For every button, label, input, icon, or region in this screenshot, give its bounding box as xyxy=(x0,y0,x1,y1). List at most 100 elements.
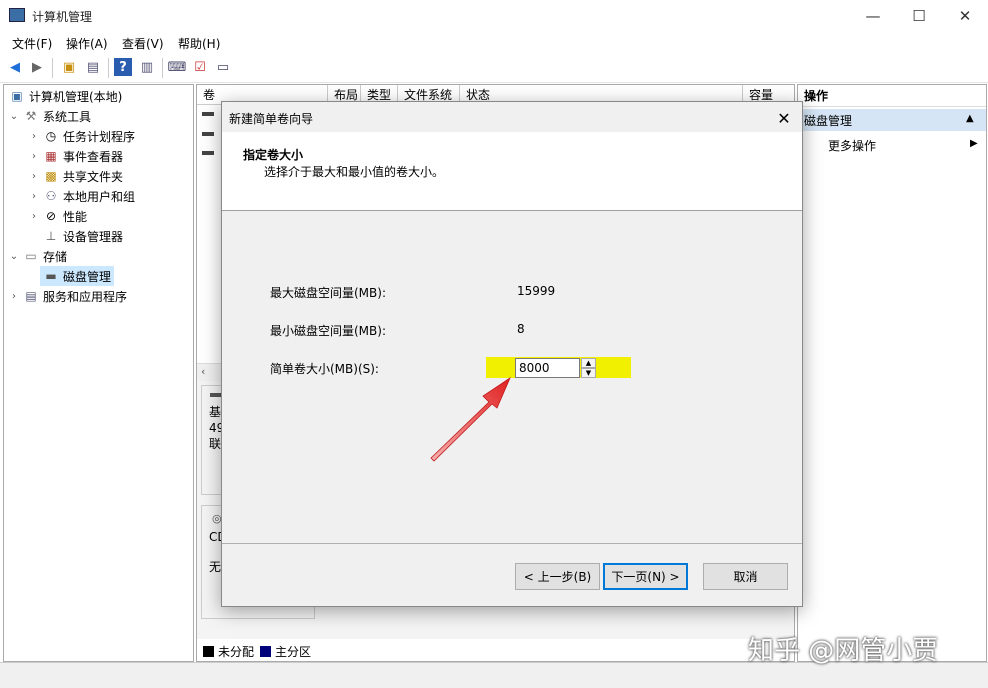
legend-label-primary: 主分区 xyxy=(275,644,312,659)
tree-item-task-scheduler[interactable]: › ◷ 任务计划程序 xyxy=(28,126,135,146)
volume-size-label: 简单卷大小(MB)(S): xyxy=(270,362,379,376)
legend-label-unallocated: 未分配 xyxy=(218,644,255,659)
menu-file[interactable]: 文件(F) xyxy=(12,35,52,52)
disk-icon: ▬ xyxy=(45,269,57,283)
cancel-button[interactable]: 取消 xyxy=(703,563,788,590)
device-manager-icon: ⊥ xyxy=(45,229,57,243)
close-button[interactable]: ✕ xyxy=(942,0,988,32)
next-button[interactable]: 下一页(N) > xyxy=(603,563,688,590)
dialog-header: 指定卷大小 选择介于最大和最小值的卷大小。 xyxy=(222,132,802,211)
min-space-value: 8 xyxy=(517,322,525,336)
toolbar: ◀ ▶ ▣ ▤ ? ▥ ⌨ ☑ ▭ xyxy=(0,54,988,83)
red-arrow-annotation xyxy=(430,376,511,462)
menu-action[interactable]: 操作(A) xyxy=(66,35,108,52)
tree-item-event-viewer[interactable]: › ▦ 事件查看器 xyxy=(28,146,123,166)
tree-item-shared-folders[interactable]: › ▩ 共享文件夹 xyxy=(28,166,123,186)
chevron-right-icon[interactable]: › xyxy=(28,211,40,222)
tree-item-device-manager[interactable]: ⊥ 设备管理器 xyxy=(40,226,123,246)
tree-item-label: 性能 xyxy=(63,209,88,224)
folder-up-icon[interactable]: ▣ xyxy=(60,58,78,76)
clock-icon: ◷ xyxy=(45,129,57,143)
spin-down-icon[interactable]: ▼ xyxy=(581,368,596,378)
actions-section-disk-management[interactable]: 磁盘管理 ▲ xyxy=(798,109,986,131)
performance-icon: ⊘ xyxy=(45,209,57,223)
services-icon: ▤ xyxy=(25,289,37,303)
tree-item-disk-management[interactable]: ▬ 磁盘管理 xyxy=(40,266,115,286)
chevron-down-icon[interactable]: ⌄ xyxy=(8,111,20,122)
back-arrow-icon[interactable]: ◀ xyxy=(6,58,24,76)
title-bar: 计算机管理 — ☐ ✕ xyxy=(0,0,988,32)
volume-row-icon[interactable] xyxy=(202,132,214,136)
maximize-button[interactable]: ☐ xyxy=(896,0,942,32)
tools-icon: ⚒ xyxy=(25,109,37,123)
back-button[interactable]: < 上一步(B) xyxy=(515,563,600,590)
actions-header: 操作 xyxy=(798,85,986,107)
users-icon: ⚇ xyxy=(45,189,57,203)
tree-item-label: 磁盘管理 xyxy=(63,269,112,284)
chevron-right-icon[interactable]: › xyxy=(28,151,40,162)
tree-item-label: 计算机管理(本地) xyxy=(29,89,123,104)
window-title: 计算机管理 xyxy=(32,10,93,24)
chevron-right-icon[interactable]: › xyxy=(28,131,40,142)
connect-icon[interactable]: ⌨ xyxy=(168,58,187,76)
scroll-left-icon[interactable]: ‹ xyxy=(201,365,205,378)
tree-item-label: 设备管理器 xyxy=(63,229,124,244)
tree-item-label: 任务计划程序 xyxy=(63,129,136,144)
computer-management-icon xyxy=(9,8,25,22)
actions-pane: 操作 磁盘管理 ▲ 更多操作 ▶ xyxy=(797,84,987,662)
computer-icon: ▣ xyxy=(11,89,23,103)
tree-item-services-apps[interactable]: › ▤ 服务和应用程序 xyxy=(8,286,127,306)
tree-item-label: 存储 xyxy=(43,249,68,264)
minimize-button[interactable]: — xyxy=(850,0,896,32)
collapse-up-icon[interactable]: ▲ xyxy=(966,113,974,124)
more-actions-item[interactable]: 更多操作 xyxy=(828,137,876,154)
dialog-title: 新建简单卷向导 xyxy=(229,112,314,126)
watermark: 知乎 @网管小贾 xyxy=(748,636,939,666)
storage-icon: ▭ xyxy=(25,249,37,263)
dialog-separator xyxy=(222,543,802,544)
volume-row-icon[interactable] xyxy=(202,112,214,116)
dialog-subheading: 选择介于最大和最小值的卷大小。 xyxy=(264,165,445,179)
legend-swatch-primary xyxy=(260,645,272,657)
tree-item-label: 服务和应用程序 xyxy=(43,289,128,304)
toolbar-separator xyxy=(108,58,109,78)
chevron-right-icon[interactable]: › xyxy=(8,291,20,302)
help-icon[interactable]: ? xyxy=(114,58,132,76)
tree-item-storage[interactable]: ⌄ ▭ 存储 xyxy=(8,246,67,266)
tree-item-local-users[interactable]: › ⚇ 本地用户和组 xyxy=(28,186,135,206)
dialog-close-icon[interactable]: ✕ xyxy=(770,105,798,131)
navigation-tree: ▣ 计算机管理(本地) ⌄ ⚒ 系统工具 › ◷ 任务计划程序 › ▦ 事件查看… xyxy=(3,84,194,662)
min-space-label: 最小磁盘空间量(MB): xyxy=(270,324,386,338)
menu-help[interactable]: 帮助(H) xyxy=(178,35,220,52)
actions-section-label: 磁盘管理 xyxy=(804,113,853,128)
volume-row-icon[interactable] xyxy=(202,151,214,155)
tree-item-label: 共享文件夹 xyxy=(63,169,124,184)
action-pane-icon[interactable]: ▥ xyxy=(138,58,156,76)
chevron-right-icon[interactable]: ▶ xyxy=(970,138,978,149)
properties-icon[interactable]: ▭ xyxy=(214,58,232,76)
legend-swatch-unallocated xyxy=(203,645,214,657)
volume-size-input[interactable] xyxy=(515,358,580,378)
tree-item-label: 系统工具 xyxy=(43,109,92,124)
menu-view[interactable]: 查看(V) xyxy=(122,35,164,52)
menu-bar: 文件(F) 操作(A) 查看(V) 帮助(H) xyxy=(0,32,988,54)
max-space-value: 15999 xyxy=(517,284,556,298)
chevron-right-icon[interactable]: › xyxy=(28,171,40,182)
show-hide-tree-icon[interactable]: ▤ xyxy=(84,58,102,76)
tree-item-label: 本地用户和组 xyxy=(63,189,136,204)
event-viewer-icon: ▦ xyxy=(45,149,57,163)
tree-item-performance[interactable]: › ⊘ 性能 xyxy=(28,206,87,226)
checklist-icon[interactable]: ☑ xyxy=(191,58,209,76)
chevron-right-icon[interactable]: › xyxy=(28,191,40,202)
tree-item-label: 事件查看器 xyxy=(63,149,124,164)
toolbar-separator xyxy=(52,58,53,78)
dialog-heading: 指定卷大小 xyxy=(243,148,304,162)
max-space-label: 最大磁盘空间量(MB): xyxy=(270,286,386,300)
spin-up-icon[interactable]: ▲ xyxy=(581,358,596,368)
tree-item-computer-management[interactable]: ▣ 计算机管理(本地) xyxy=(6,86,122,106)
shared-folder-icon: ▩ xyxy=(45,169,57,183)
new-simple-volume-wizard: 新建简单卷向导 ✕ 指定卷大小 选择介于最大和最小值的卷大小。 最大磁盘空间量(… xyxy=(221,101,803,607)
forward-arrow-icon[interactable]: ▶ xyxy=(28,58,46,76)
tree-item-system-tools[interactable]: ⌄ ⚒ 系统工具 xyxy=(8,106,91,126)
chevron-down-icon[interactable]: ⌄ xyxy=(8,251,20,262)
